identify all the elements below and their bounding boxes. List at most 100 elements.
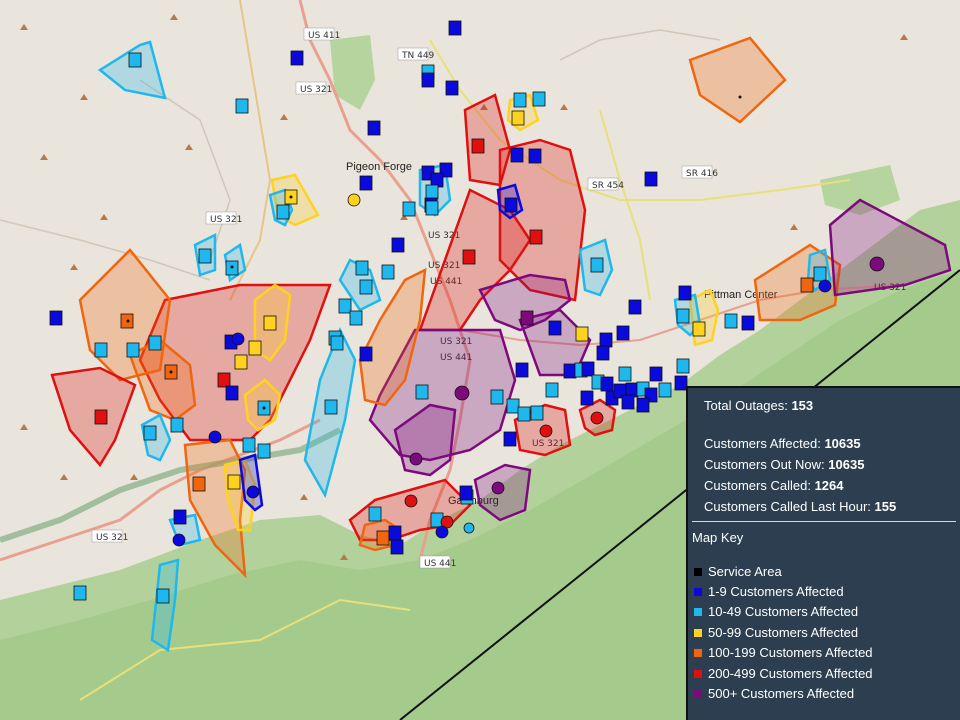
outage-marker-square[interactable] xyxy=(198,248,212,264)
outage-marker-square[interactable] xyxy=(528,148,542,164)
outage-marker-square[interactable] xyxy=(462,249,476,265)
outage-marker-circle[interactable] xyxy=(404,494,418,508)
outage-marker-square[interactable] xyxy=(349,310,363,326)
outage-marker-square[interactable] xyxy=(391,237,405,253)
outage-marker-square[interactable] xyxy=(425,200,439,216)
outage-marker-square[interactable] xyxy=(94,342,108,358)
outage-marker-square[interactable] xyxy=(575,326,589,342)
outage-marker-square[interactable] xyxy=(658,382,672,398)
outage-marker-square[interactable] xyxy=(504,197,518,213)
outage-marker-square[interactable] xyxy=(503,431,517,447)
outage-marker-square[interactable] xyxy=(517,406,531,422)
outage-marker-square[interactable] xyxy=(448,20,462,36)
outage-marker-square[interactable] xyxy=(636,397,650,413)
outage-marker-square[interactable] xyxy=(692,321,706,337)
outage-marker-square[interactable] xyxy=(381,264,395,280)
outage-marker-square[interactable] xyxy=(529,229,543,245)
outage-marker-square[interactable] xyxy=(506,398,520,414)
outage-marker-square[interactable] xyxy=(257,443,271,459)
outage-marker-square[interactable] xyxy=(520,310,534,326)
outage-marker-square[interactable] xyxy=(225,385,239,401)
outage-marker-circle[interactable] xyxy=(454,385,470,401)
outage-marker-square[interactable] xyxy=(248,340,262,356)
outage-marker-square[interactable] xyxy=(530,405,544,421)
outage-marker-square[interactable] xyxy=(621,394,635,410)
outage-marker-circle[interactable] xyxy=(231,332,245,346)
outage-marker-circle[interactable] xyxy=(208,430,222,444)
outage-marker-square[interactable] xyxy=(580,390,594,406)
outage-marker-square[interactable] xyxy=(242,437,256,453)
outage-marker-square[interactable] xyxy=(421,72,435,88)
outage-marker-square[interactable] xyxy=(94,409,108,425)
outage-marker-square[interactable] xyxy=(676,358,690,374)
outage-marker-square[interactable] xyxy=(563,363,577,379)
outage-marker-circle[interactable] xyxy=(347,193,361,207)
outage-marker-square[interactable] xyxy=(532,91,546,107)
outage-marker-square[interactable] xyxy=(490,389,504,405)
outage-marker-square[interactable] xyxy=(515,362,529,378)
outage-marker-square[interactable] xyxy=(511,110,525,126)
outage-marker-square[interactable] xyxy=(359,279,373,295)
outage-marker-square[interactable] xyxy=(217,372,231,388)
outage-marker-square[interactable] xyxy=(459,485,473,501)
outage-marker-square[interactable] xyxy=(590,257,604,273)
outage-marker-square[interactable] xyxy=(338,298,352,314)
outage-marker-square[interactable] xyxy=(649,366,663,382)
outage-marker-square[interactable] xyxy=(471,138,485,154)
outage-marker-square[interactable] xyxy=(143,425,157,441)
outage-marker-circle[interactable] xyxy=(172,533,186,547)
outage-marker-square[interactable] xyxy=(618,366,632,382)
outage-marker-square[interactable] xyxy=(390,539,404,555)
outage-marker-square[interactable] xyxy=(227,474,241,490)
outage-marker-square[interactable] xyxy=(388,525,402,541)
outage-marker-square[interactable] xyxy=(581,361,595,377)
outage-marker-square[interactable] xyxy=(600,376,614,392)
outage-marker-square[interactable] xyxy=(644,171,658,187)
outage-marker-square[interactable] xyxy=(49,310,63,326)
outage-marker-circle[interactable] xyxy=(246,485,260,499)
outage-marker-square[interactable] xyxy=(678,285,692,301)
outage-marker-square[interactable] xyxy=(628,299,642,315)
outage-marker-circle[interactable] xyxy=(590,411,604,425)
outage-marker-square[interactable] xyxy=(330,335,344,351)
outage-marker-square[interactable] xyxy=(148,335,162,351)
outage-marker-square[interactable] xyxy=(367,120,381,136)
outage-marker-square[interactable] xyxy=(548,320,562,336)
outage-marker-square[interactable] xyxy=(415,384,429,400)
outage-marker-square[interactable] xyxy=(128,52,142,68)
outage-marker-square[interactable] xyxy=(741,315,755,331)
outage-marker-square[interactable] xyxy=(510,147,524,163)
outage-marker-square[interactable] xyxy=(376,530,390,546)
outage-marker-square[interactable] xyxy=(616,325,630,341)
outage-marker-square[interactable] xyxy=(170,417,184,433)
outage-marker-square[interactable] xyxy=(445,80,459,96)
outage-marker-square[interactable] xyxy=(545,382,559,398)
outage-marker-circle[interactable] xyxy=(463,522,475,534)
outage-marker-square[interactable] xyxy=(173,509,187,525)
outage-marker-square[interactable] xyxy=(263,315,277,331)
outage-marker-square[interactable] xyxy=(126,342,140,358)
outage-marker-square[interactable] xyxy=(596,345,610,361)
outage-marker-square[interactable] xyxy=(813,266,827,282)
outage-marker-square[interactable] xyxy=(359,175,373,191)
outage-marker-square[interactable] xyxy=(724,313,738,329)
outage-marker-square[interactable] xyxy=(425,184,439,200)
outage-marker-square[interactable] xyxy=(73,585,87,601)
outage-marker-circle[interactable] xyxy=(539,424,553,438)
outage-marker-square[interactable] xyxy=(290,50,304,66)
outage-marker-square[interactable] xyxy=(599,332,613,348)
outage-marker-square[interactable] xyxy=(676,308,690,324)
outage-marker-square[interactable] xyxy=(402,201,416,217)
outage-marker-square[interactable] xyxy=(368,506,382,522)
outage-marker-square[interactable] xyxy=(355,260,369,276)
outage-marker-circle[interactable] xyxy=(435,525,449,539)
outage-marker-square[interactable] xyxy=(276,204,290,220)
outage-marker-square[interactable] xyxy=(192,476,206,492)
outage-marker-square[interactable] xyxy=(234,354,248,370)
outage-marker-circle[interactable] xyxy=(818,279,832,293)
outage-marker-circle[interactable] xyxy=(409,452,423,466)
outage-marker-circle[interactable] xyxy=(869,256,885,272)
outage-marker-square[interactable] xyxy=(235,98,249,114)
outage-marker-circle[interactable] xyxy=(491,481,505,495)
outage-marker-square[interactable] xyxy=(156,588,170,604)
